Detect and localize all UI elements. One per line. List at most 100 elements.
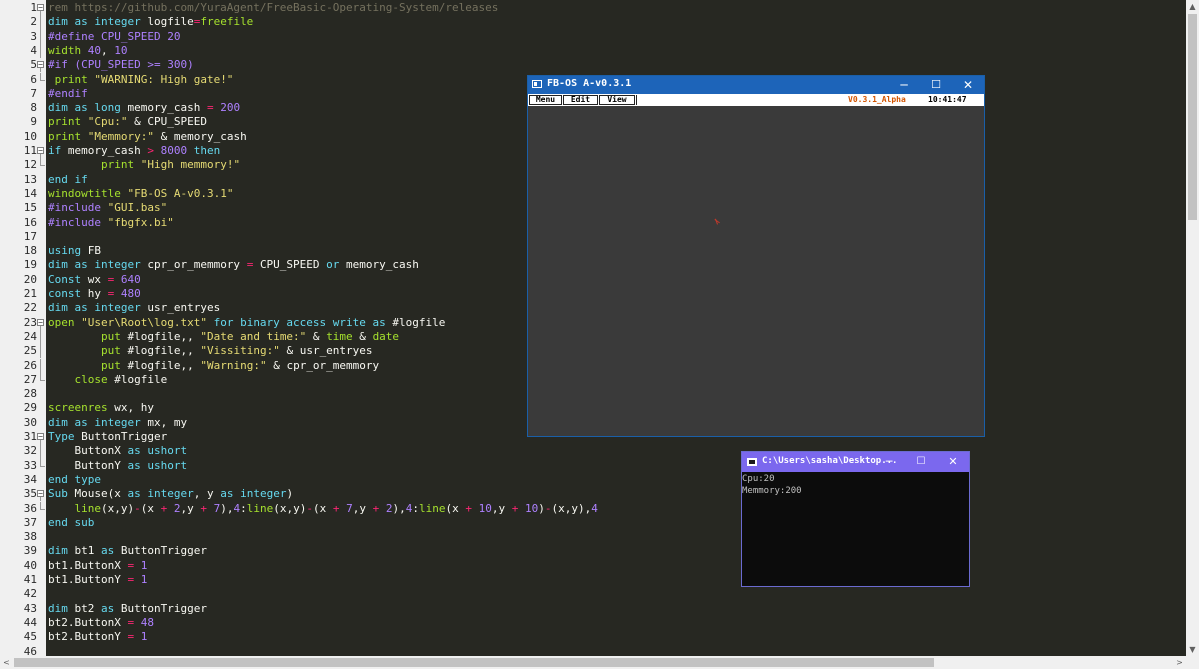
fold-collapse-icon[interactable]: − xyxy=(37,433,44,441)
code-token: ButtonX xyxy=(48,444,128,458)
code-line[interactable]: dim as long memory_cash = 200 xyxy=(48,101,240,115)
code-line[interactable]: #if (CPU_SPEED >= 300) xyxy=(48,58,194,72)
scroll-down-icon[interactable]: ▼ xyxy=(1186,643,1199,656)
code-token: logfile xyxy=(147,15,194,29)
code-token: - xyxy=(306,501,313,515)
fold-collapse-icon[interactable]: − xyxy=(37,4,44,12)
vertical-scrollbar[interactable]: ▲ ▼ xyxy=(1186,0,1199,656)
code-token: print xyxy=(100,158,141,172)
code-line[interactable]: dim as integer cpr_or_memmory = CPU_SPEE… xyxy=(48,258,419,272)
code-line[interactable]: Const wx = 640 xyxy=(48,273,141,287)
code-token: bt1.ButtonY xyxy=(48,573,128,586)
code-line[interactable]: put #logfile,, "Date and time:" & time &… xyxy=(48,330,399,344)
fbos-window-title: FB-OS A-v0.3.1 xyxy=(547,78,632,89)
code-line[interactable]: put #logfile,, "Vissiting:" & usr_entrye… xyxy=(48,344,373,358)
minimize-button[interactable]: ─ xyxy=(888,76,920,94)
code-line[interactable]: const hy = 480 xyxy=(48,287,141,301)
code-line[interactable]: #define CPU_SPEED 20 xyxy=(48,30,180,44)
code-line[interactable]: width 40, 10 xyxy=(48,44,128,58)
line-number: 17 xyxy=(23,229,37,243)
fold-margin xyxy=(37,101,46,115)
code-line[interactable]: print "Cpu:" & CPU_SPEED xyxy=(48,115,207,129)
code-line[interactable]: dim bt1 as ButtonTrigger xyxy=(48,544,207,558)
scroll-right-icon[interactable]: > xyxy=(1173,656,1186,669)
code-token: + xyxy=(511,501,525,515)
line-number: 24 xyxy=(23,329,37,343)
code-line[interactable]: screenres wx, hy xyxy=(48,401,154,415)
code-token: as integer xyxy=(220,487,287,501)
vertical-scroll-thumb[interactable] xyxy=(1188,14,1197,220)
code-line[interactable]: print "High memmory!" xyxy=(48,158,240,172)
code-line[interactable]: Sub Mouse(x as integer, y as integer) xyxy=(48,487,293,501)
fold-margin xyxy=(37,43,46,59)
code-line[interactable]: #include "fbgfx.bi" xyxy=(48,216,174,230)
code-token: line xyxy=(246,501,274,515)
code-token: 4 xyxy=(591,501,598,515)
code-line[interactable]: ButtonX as ushort xyxy=(48,444,187,458)
maximize-button[interactable]: ☐ xyxy=(920,76,952,94)
code-line[interactable]: end if xyxy=(48,173,88,187)
menu-button-menu[interactable]: Menu xyxy=(529,95,562,105)
fold-collapse-icon[interactable]: − xyxy=(37,490,44,498)
fold-margin xyxy=(37,573,46,587)
code-line[interactable]: end type xyxy=(48,473,101,487)
fold-margin: − xyxy=(37,430,46,445)
code-line[interactable]: bt2.ButtonX = 48 xyxy=(48,616,154,630)
code-line[interactable]: dim bt2 as ButtonTrigger xyxy=(48,602,207,616)
code-token: as integer xyxy=(127,487,194,501)
code-line[interactable]: #include "GUI.bas" xyxy=(48,201,167,215)
line-number: 11 xyxy=(23,144,37,157)
fold-margin xyxy=(37,72,46,87)
code-token: ), xyxy=(392,501,406,515)
fold-margin xyxy=(37,530,46,544)
console-close-button[interactable]: ✕ xyxy=(937,452,969,472)
code-line[interactable]: bt1.ButtonY = 1 xyxy=(48,573,147,587)
console-maximize-button[interactable]: ☐ xyxy=(905,452,937,472)
code-line[interactable]: line(x,y)-(x + 2,y + 7),4:line(x,y)-(x +… xyxy=(48,502,598,516)
code-line[interactable]: dim as integer logfile=freefile xyxy=(48,15,253,29)
fold-collapse-icon[interactable]: − xyxy=(37,147,44,155)
console-titlebar[interactable]: C:\Users\sasha\Desktop... ─ ☐ ✕ xyxy=(742,452,969,472)
code-line[interactable]: bt1.ButtonX = 1 xyxy=(48,559,147,573)
code-line[interactable]: open "User\Root\log.txt" for binary acce… xyxy=(48,316,445,330)
code-line[interactable]: Type ButtonTrigger xyxy=(48,430,167,444)
fbos-titlebar[interactable]: FB-OS A-v0.3.1 ─ ☐ ✕ xyxy=(528,76,984,94)
code-line[interactable]: ButtonY as ushort xyxy=(48,459,187,473)
code-line[interactable]: rem https://github.com/YuraAgent/FreeBas… xyxy=(48,1,498,15)
console-minimize-button[interactable]: ─ xyxy=(873,452,905,472)
fold-margin xyxy=(37,201,46,215)
close-button[interactable]: ✕ xyxy=(952,76,984,94)
menu-button-view[interactable]: View xyxy=(599,95,635,105)
fbos-window[interactable]: FB-OS A-v0.3.1 ─ ☐ ✕ Menu Edit View V0.3… xyxy=(527,75,985,437)
code-line[interactable]: print "Memmory:" & memory_cash xyxy=(48,130,247,144)
code-line[interactable]: windowtitle "FB-OS A-v0.3.1" xyxy=(48,187,233,201)
code-token: memory_cash xyxy=(127,101,207,115)
line-number: 31 xyxy=(23,430,37,443)
scroll-left-icon[interactable]: < xyxy=(0,656,13,669)
line-number: 15 xyxy=(23,201,37,215)
fold-margin xyxy=(37,230,46,244)
console-window[interactable]: C:\Users\sasha\Desktop... ─ ☐ ✕ Cpu:20 M… xyxy=(741,451,970,587)
code-line[interactable]: #endif xyxy=(48,87,88,101)
code-line[interactable]: close #logfile xyxy=(48,373,168,387)
code-line[interactable]: if memory_cash > 8000 then xyxy=(48,144,220,158)
line-number: 30 xyxy=(23,415,37,429)
line-number: 6 xyxy=(30,72,37,86)
code-line[interactable]: bt2.ButtonY = 1 xyxy=(48,630,147,644)
horizontal-scroll-thumb[interactable] xyxy=(14,658,934,667)
horizontal-scrollbar[interactable]: < > xyxy=(0,656,1186,669)
code-line[interactable]: dim as integer usr_entryes xyxy=(48,301,220,315)
code-line[interactable]: dim as integer mx, my xyxy=(48,416,187,430)
code-line[interactable]: end sub xyxy=(48,516,94,530)
fold-collapse-icon[interactable]: − xyxy=(37,61,44,69)
code-token: memory_cash xyxy=(67,144,148,157)
menu-button-edit[interactable]: Edit xyxy=(563,95,598,105)
fold-collapse-icon[interactable]: − xyxy=(37,318,44,326)
scroll-up-icon[interactable]: ▲ xyxy=(1186,0,1199,13)
code-line[interactable]: put #logfile,, "Warning:" & cpr_or_memmo… xyxy=(48,359,379,373)
code-token: Sub xyxy=(48,487,75,501)
version-label: V0.3.1_Alpha xyxy=(848,95,906,104)
code-line[interactable]: print "WARNING: High gate!" xyxy=(48,73,234,87)
code-line[interactable]: using FB xyxy=(48,244,101,258)
